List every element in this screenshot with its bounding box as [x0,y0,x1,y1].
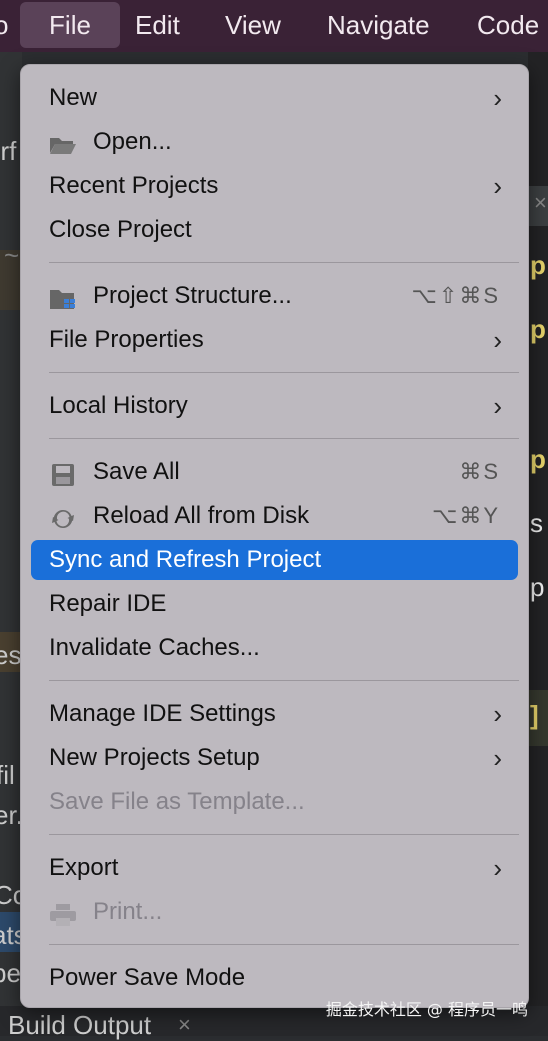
chevron-right-icon: › [493,743,502,773]
bg-fragment-tilde: ~ [4,240,20,270]
watermark: 掘金技术社区 @ 程序员一鸣 [325,1000,528,1019]
menubar-navigate[interactable]: Navigate [327,10,430,44]
menubar-code[interactable]: Code [477,10,539,44]
bg-fragment-es: es [0,640,22,670]
bg-code-s: s [530,508,543,538]
menu-item-new-projects-setup[interactable]: New Projects Setup › [31,738,518,778]
menu-item-reload-all[interactable]: Reload All from Disk ⌥⌘Y [31,496,518,536]
save-icon [49,460,77,486]
chevron-right-icon: › [493,853,502,883]
menubar-view[interactable]: View [225,10,281,44]
bg-code-p2: p [530,314,546,344]
menu-item-invalidate-caches[interactable]: Invalidate Caches... [31,628,518,668]
folder-open-icon [49,130,77,154]
chevron-right-icon: › [493,325,502,355]
bg-fragment-be: be [0,958,21,988]
menu-item-save-as-template: Save File as Template... [49,788,305,815]
menu-item-print: Print... [31,892,518,932]
chevron-right-icon: › [493,699,502,729]
chevron-right-icon: › [493,391,502,421]
shortcut-hint: ⌥⌘Y [431,503,500,528]
menu-item-local-history[interactable]: Local History › [31,386,518,426]
menubar-edit[interactable]: Edit [135,10,180,44]
build-output-tab[interactable]: Build Output [8,1010,151,1041]
menu-item-manage-ide-settings[interactable]: Manage IDE Settings › [31,694,518,734]
menu-separator [49,372,519,373]
chevron-right-icon: › [493,171,502,201]
menu-item-save-all[interactable]: Save All ⌘S [31,452,518,492]
shortcut-hint: ⌘S [459,459,500,484]
menu-separator [49,438,519,439]
menu-separator [49,944,519,945]
bg-code-p3: p [530,444,546,474]
bg-code-p4: p [530,572,545,602]
menu-item-new[interactable]: New › [31,78,518,118]
menu-item-power-save-mode[interactable]: Power Save Mode [31,958,518,998]
menu-bar: o File Edit View Navigate Code [0,0,548,52]
menu-item-file-properties[interactable]: File Properties › [31,320,518,360]
file-menu: New › Open... Recent Projects › Close Pr… [20,64,529,1008]
project-structure-icon [49,284,77,309]
shortcut-hint: ⌥⇧⌘S [411,283,500,308]
menu-separator [49,834,519,835]
build-output-close-icon[interactable]: × [178,1012,191,1038]
menu-item-close-project[interactable]: Close Project [31,210,518,250]
menu-separator [49,262,519,263]
printer-icon [49,900,77,926]
chevron-right-icon: › [493,83,502,113]
menu-separator [49,680,519,681]
bg-code-bracket: ] [530,700,539,730]
bg-code-p1: p [530,250,546,280]
reload-icon [49,504,77,528]
menu-item-open[interactable]: Open... [31,122,518,162]
bg-fragment-fil: fil [0,760,15,790]
bg-fragment-erf: erf [0,136,17,166]
menu-item-recent-projects[interactable]: Recent Projects › [31,166,518,206]
menu-item-export[interactable]: Export › [31,848,518,888]
tab-close-icon[interactable]: × [534,190,547,216]
menubar-partial-item[interactable]: o [0,10,8,44]
menubar-file[interactable]: File [20,2,120,48]
menu-item-repair-ide[interactable]: Repair IDE [31,584,518,624]
menu-item-project-structure[interactable]: Project Structure... ⌥⇧⌘S [31,276,518,316]
menu-item-sync-refresh[interactable]: Sync and Refresh Project [31,540,518,580]
